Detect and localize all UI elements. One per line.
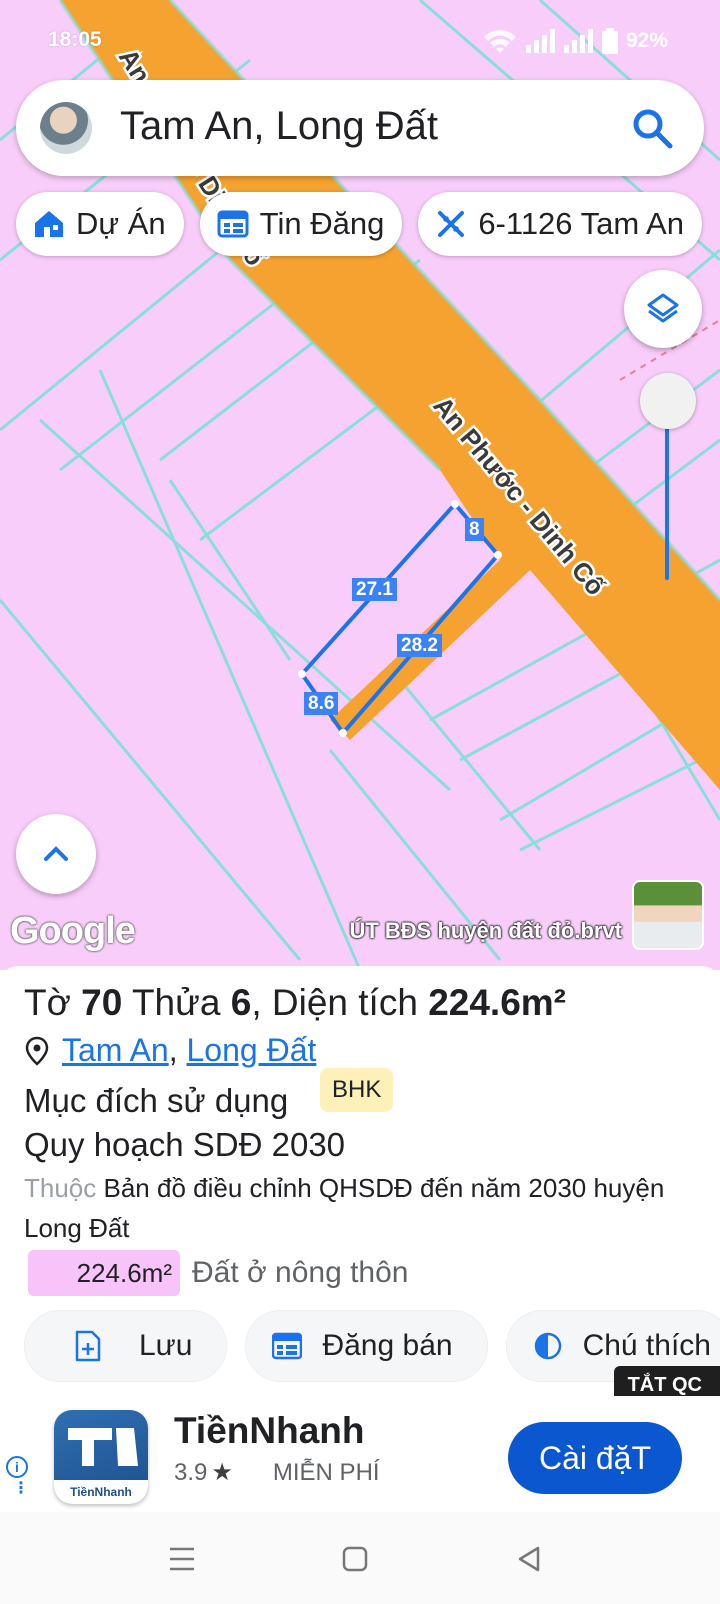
- ad-app-name[interactable]: TiềnNhanh: [174, 1410, 365, 1452]
- purpose-label: Mục đích sử dụng: [24, 1082, 289, 1119]
- save-label: Lưu: [139, 1329, 193, 1362]
- land-use-swatch: 224.6m²: [28, 1250, 180, 1296]
- listing-icon: [217, 210, 249, 238]
- signal-icon: [525, 29, 555, 53]
- chip-label: Tin Đăng: [259, 206, 385, 241]
- edge-length-top: 8: [465, 518, 484, 541]
- location-link-commune[interactable]: Tam An: [62, 1032, 169, 1069]
- plan-source-text: Bản đồ điều chỉnh QHSDĐ đến năm 2030 huy…: [24, 1173, 665, 1243]
- chip-label: 6-1126 Tam An: [478, 206, 684, 241]
- parcel-vertex: [298, 670, 306, 678]
- status-bar: 18:05 92%: [0, 26, 720, 56]
- parcel-vertex: [339, 729, 347, 737]
- battery-level: 92%: [625, 29, 668, 52]
- battery-icon: [601, 28, 618, 54]
- ad-info-icon[interactable]: i: [6, 1456, 28, 1478]
- watermark-avatar: [632, 880, 704, 950]
- purpose-code-badge: BHK: [320, 1068, 394, 1112]
- post-sale-label: Đăng bán: [322, 1329, 453, 1362]
- parcel-location: Tam An , Long Đất: [24, 1032, 316, 1069]
- parcel-number: 6: [230, 982, 252, 1023]
- map-view[interactable]: An Phước - Dinh Cố An Phước - Dinh Cố 8 …: [0, 0, 720, 970]
- title-prefix: Tờ: [24, 982, 71, 1023]
- chip-parcel-id[interactable]: 6-1126 Tam An: [418, 192, 702, 256]
- title-area-label: , Diện tích: [251, 982, 418, 1023]
- home-icon[interactable]: [342, 1546, 368, 1572]
- chip-du-an[interactable]: Dự Án: [16, 192, 184, 256]
- ruler-icon: [438, 211, 465, 237]
- layers-button[interactable]: [624, 270, 702, 348]
- recent-apps-icon[interactable]: [168, 1546, 196, 1572]
- wifi-icon: [483, 30, 516, 53]
- save-file-icon: [75, 1330, 101, 1362]
- edge-length-left: 27.1: [352, 578, 397, 601]
- star-icon: ★: [211, 1459, 233, 1486]
- edge-length-bottom: 8.6: [304, 692, 339, 715]
- parcel-vertex: [494, 551, 502, 559]
- ad-app-logo: [68, 1428, 138, 1466]
- chip-tin-dang[interactable]: Tin Đăng: [199, 192, 403, 256]
- filter-chips: Dự Án Tin Đăng 6-1126 Tam An: [16, 192, 702, 256]
- parcel-area: 224.6m²: [428, 982, 566, 1023]
- signal-icon-2: [563, 29, 593, 53]
- sheet-number: 70: [81, 982, 123, 1023]
- house-icon: [35, 211, 63, 237]
- land-use-type: Đất ở nông thôn: [192, 1256, 409, 1289]
- status-time: 18:05: [48, 28, 102, 51]
- ad-app-icon-text: TiềnNhanh: [54, 1480, 148, 1504]
- plan-source-prefix: Thuộc: [24, 1173, 97, 1203]
- post-sale-button[interactable]: Đăng bán: [245, 1310, 488, 1382]
- back-icon[interactable]: [516, 1546, 542, 1572]
- ad-rating-row: 3.9 ★ MIỄN PHÍ: [174, 1458, 380, 1487]
- search-bar[interactable]: Tam An, Long Đất: [16, 80, 704, 176]
- location-separator: ,: [168, 1032, 187, 1068]
- title-mid: Thửa: [131, 982, 221, 1023]
- search-icon[interactable]: [628, 104, 676, 152]
- ad-rating-value: 3.9: [174, 1459, 208, 1486]
- listing-icon: [272, 1332, 303, 1360]
- google-logo: Google: [10, 910, 136, 952]
- system-nav-bar: [0, 1512, 720, 1604]
- ad-banner[interactable]: i ⋮ TiềnNhanh TiềnNhanh 3.9 ★ MIỄN PHÍ Cài…: [0, 1396, 720, 1504]
- watermark-text: ÚT BĐS huyện đất đỏ.brvt: [349, 918, 622, 943]
- plan-source: Thuộc Bản đồ điều chỉnh QHSDĐ đến năm 20…: [24, 1168, 684, 1248]
- ad-app-icon[interactable]: TiềnNhanh: [54, 1410, 148, 1504]
- location-pin-icon: [25, 1036, 49, 1066]
- save-button[interactable]: Lưu: [24, 1310, 228, 1382]
- location-link-district[interactable]: Long Đất: [187, 1032, 317, 1069]
- plan-title: Quy hoạch SDĐ 2030: [24, 1126, 346, 1163]
- ad-price: MIỄN PHÍ: [272, 1459, 380, 1486]
- search-query[interactable]: Tam An, Long Đất: [120, 104, 438, 149]
- contrast-icon: [534, 1332, 561, 1360]
- install-button[interactable]: Cài đặT: [508, 1422, 682, 1494]
- expand-up-button[interactable]: [16, 814, 96, 894]
- chevron-up-icon: [44, 846, 68, 861]
- layers-icon: [647, 293, 679, 323]
- user-avatar[interactable]: [40, 102, 92, 154]
- chip-label: Dự Án: [76, 206, 166, 241]
- legend-label: Chú thích: [582, 1329, 711, 1362]
- parcel-vertex: [451, 500, 459, 508]
- edge-length-right: 28.2: [397, 634, 442, 657]
- opacity-slider-knob[interactable]: [640, 373, 696, 429]
- parcel-title: Tờ 70 Thửa 6, Diện tích 224.6m²: [24, 982, 566, 1024]
- ad-menu-icon[interactable]: ⋮: [13, 1481, 29, 1497]
